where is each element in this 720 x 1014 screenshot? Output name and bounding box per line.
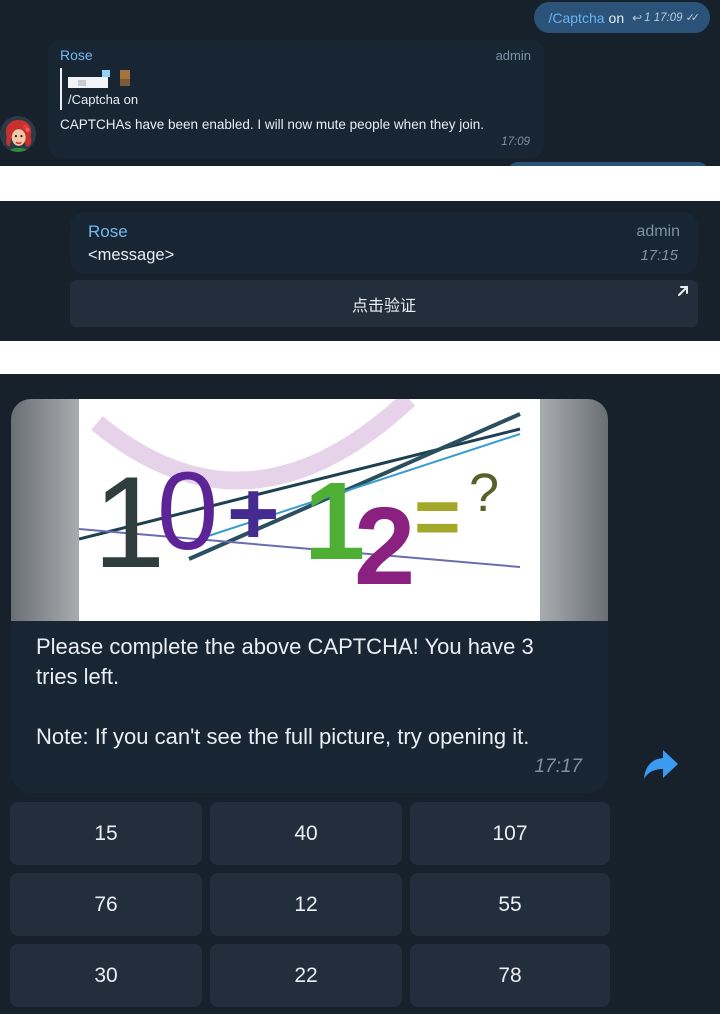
- captcha-photo[interactable]: 1 0 + 1 2 = ?: [11, 399, 608, 621]
- reply-count: 1: [644, 11, 651, 24]
- reply-arrow-icon: ↩: [632, 10, 643, 25]
- answer-button[interactable]: 30: [10, 944, 202, 1007]
- quoted-reply[interactable]: /Captcha on: [60, 68, 362, 110]
- caption-instruction: Please complete the above CAPTCHA! You h…: [36, 634, 534, 689]
- sender-name[interactable]: Rose: [88, 222, 128, 242]
- svg-text:=: =: [414, 472, 461, 561]
- rose-avatar[interactable]: [0, 116, 36, 152]
- verify-button-label: 点击验证: [351, 297, 416, 315]
- message-time: 17:17: [534, 756, 582, 777]
- message-time: 17:09: [501, 136, 530, 148]
- message-text: CAPTCHAs have been enabled. I will now m…: [60, 117, 484, 132]
- answer-button[interactable]: 12: [210, 873, 402, 936]
- outgoing-bubble-partial: [508, 162, 708, 166]
- captcha-caption: Please complete the above CAPTCHA! You h…: [36, 632, 556, 752]
- admin-badge: admin: [495, 48, 531, 63]
- captcha-image[interactable]: 1 0 + 1 2 = ?: [79, 399, 540, 621]
- answer-keyboard: 15 40 107 76 12 55 30 22 78: [10, 802, 610, 1007]
- answer-button[interactable]: 15: [10, 802, 202, 865]
- answer-button[interactable]: 22: [210, 944, 402, 1007]
- message-text: <message>: [88, 246, 175, 264]
- caption-note: Note: If you can't see the full picture,…: [36, 724, 530, 749]
- bot-message-bubble: Rose admin /Captcha on CAPTCHAs have bee…: [48, 40, 544, 158]
- captcha-message-bubble: 1 0 + 1 2 = ? Please complete the above …: [11, 399, 608, 793]
- bot-message-bubble: Rose admin <message> 17:15: [70, 212, 698, 274]
- message-time: 17:15: [640, 247, 678, 264]
- double-check-icon: ✓✓: [685, 12, 701, 24]
- verify-button[interactable]: 点击验证: [70, 280, 698, 327]
- chat-panel-captcha-enabled: /Captcha on ↩ 1 17:09 ✓✓ Rose admin /Cap…: [0, 0, 720, 166]
- answer-button[interactable]: 55: [410, 873, 610, 936]
- command-argument: on: [608, 9, 625, 26]
- svg-text:?: ?: [469, 463, 499, 523]
- svg-text:1: 1: [93, 449, 165, 595]
- answer-button[interactable]: 107: [410, 802, 610, 865]
- svg-text:0: 0: [157, 450, 218, 573]
- answer-button[interactable]: 76: [10, 873, 202, 936]
- command-link[interactable]: /Captcha: [548, 10, 604, 26]
- answer-button[interactable]: 40: [210, 802, 402, 865]
- share-icon[interactable]: [641, 746, 681, 782]
- chat-panel-captcha-question: 1 0 + 1 2 = ? Please complete the above …: [0, 374, 720, 1014]
- sender-name[interactable]: Rose: [60, 47, 93, 63]
- chat-panel-verify-button: Rose admin <message> 17:15 点击验证: [0, 201, 720, 341]
- quoted-text: /Captcha on: [68, 92, 139, 107]
- svg-text:2: 2: [354, 485, 415, 608]
- outgoing-command-bubble[interactable]: /Captcha on ↩ 1 17:09 ✓✓: [534, 2, 710, 33]
- svg-text:+: +: [227, 464, 280, 564]
- message-time: 17:09: [653, 11, 683, 24]
- answer-button[interactable]: 78: [410, 944, 610, 1007]
- admin-badge: admin: [636, 223, 680, 240]
- message-meta: ↩ 1 17:09 ✓✓: [632, 10, 701, 25]
- external-link-icon: [678, 286, 688, 296]
